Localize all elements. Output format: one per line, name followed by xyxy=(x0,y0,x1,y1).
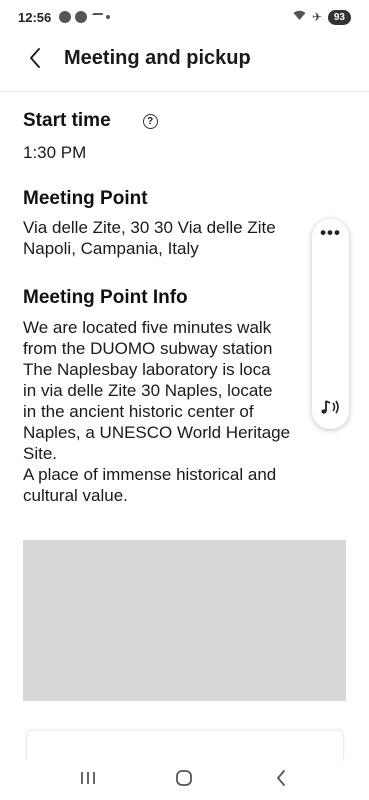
recent-apps-icon xyxy=(81,771,96,784)
meeting-point-info-label: Meeting Point Info xyxy=(23,287,188,308)
status-time: 12:56 xyxy=(18,9,52,25)
side-panel: ••• xyxy=(312,219,349,429)
notification-icon xyxy=(89,12,104,22)
nav-bar xyxy=(0,755,369,800)
back-icon xyxy=(276,769,285,786)
start-time-value: 1:30 PM xyxy=(23,143,87,162)
back-button[interactable] xyxy=(10,34,60,82)
battery-indicator: 93 xyxy=(327,9,351,25)
recent-apps-button[interactable] xyxy=(68,763,108,793)
map-placeholder[interactable] xyxy=(23,540,346,701)
start-time-row: Start time ? xyxy=(23,109,158,133)
help-icon[interactable]: ? xyxy=(142,113,158,129)
chevron-left-icon xyxy=(30,48,40,68)
wifi-icon xyxy=(293,10,306,24)
more-icon[interactable]: ••• xyxy=(320,224,341,241)
meeting-point-info-value: We are located five minutes walk from th… xyxy=(23,318,291,505)
airplane-icon: ✈ xyxy=(311,10,322,24)
header-divider xyxy=(0,91,369,92)
meeting-point-value: Via delle Zite, 30 30 Via delle Zite Nap… xyxy=(23,218,276,258)
start-time-label: Start time xyxy=(23,110,111,131)
status-bar: 12:56 ✈ 93 xyxy=(0,0,369,34)
status-right: ✈ 93 xyxy=(293,9,351,25)
notification-icon xyxy=(75,11,88,23)
sound-icon[interactable] xyxy=(319,395,343,419)
header: Meeting and pickup xyxy=(0,34,369,82)
nav-back-button[interactable] xyxy=(261,763,301,793)
home-icon xyxy=(176,769,193,786)
home-button[interactable] xyxy=(164,763,204,793)
dot-icon xyxy=(106,15,111,19)
notification-icon xyxy=(59,11,72,23)
page-title: Meeting and pickup xyxy=(64,46,251,69)
notification-icons xyxy=(59,11,111,23)
meeting-point-label: Meeting Point xyxy=(23,188,148,209)
